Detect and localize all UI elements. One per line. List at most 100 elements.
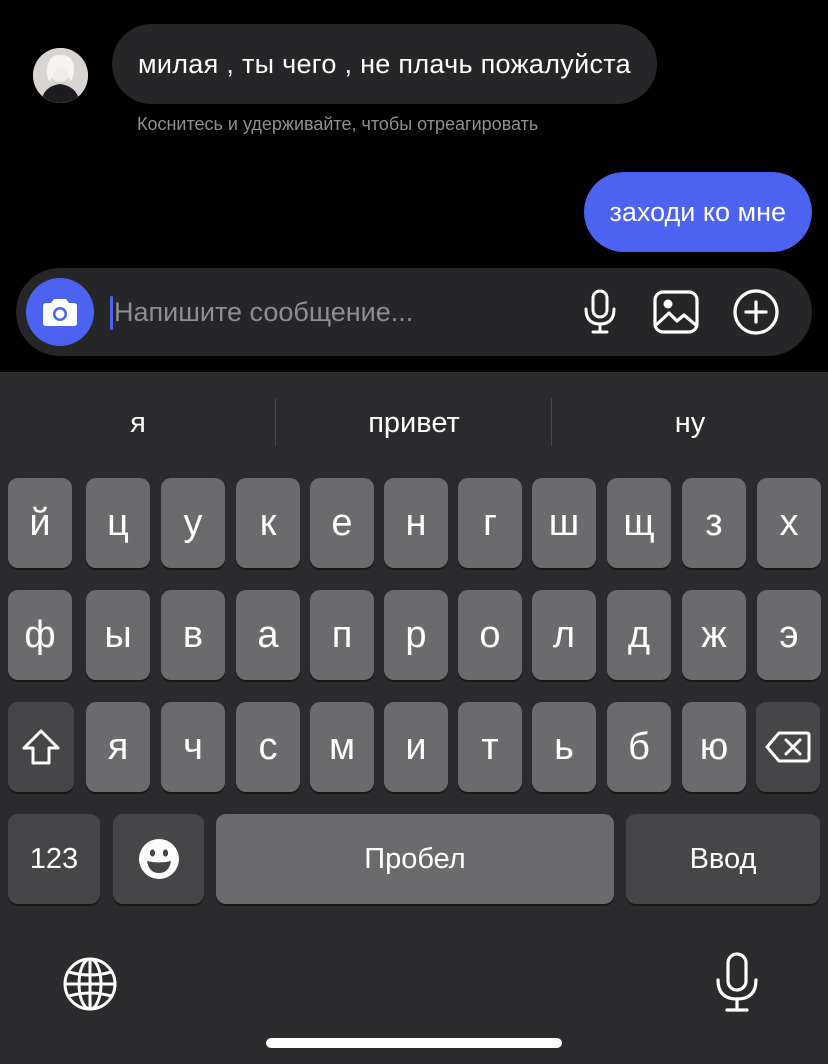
space-key-label: Пробел — [364, 842, 466, 875]
backspace-icon — [765, 731, 811, 763]
gallery-button[interactable] — [651, 287, 701, 337]
key-label: э — [779, 614, 799, 656]
image-icon — [653, 290, 699, 334]
key-label: ф — [24, 614, 56, 656]
key-row2-8[interactable]: л — [532, 590, 596, 680]
key-row1-10[interactable]: з — [682, 478, 746, 568]
key-row1-9[interactable]: щ — [607, 478, 671, 568]
dictation-button[interactable] — [712, 952, 762, 1014]
key-row2-2[interactable]: ы — [86, 590, 150, 680]
key-label: ц — [107, 502, 129, 544]
key-row1-11[interactable]: х — [757, 478, 821, 568]
key-label: у — [183, 502, 203, 544]
outgoing-message-text: заходи ко мне — [609, 196, 786, 227]
key-row2-6[interactable]: р — [384, 590, 448, 680]
suggestion-2[interactable]: привет — [276, 398, 552, 448]
key-row1-5[interactable]: е — [310, 478, 374, 568]
numbers-key-label: 123 — [29, 842, 79, 875]
key-row2-3[interactable]: в — [161, 590, 225, 680]
message-composer — [16, 268, 812, 356]
dictation-icon — [716, 952, 758, 1012]
shift-icon — [22, 729, 60, 765]
incoming-message-bubble[interactable]: милая , ты чего , не плачь пожалуйста — [112, 24, 657, 104]
key-row3-4[interactable]: м — [310, 702, 374, 792]
key-label: и — [405, 726, 427, 768]
key-row2-4[interactable]: а — [236, 590, 300, 680]
key-row3-5[interactable]: и — [384, 702, 448, 792]
key-label: р — [405, 614, 427, 656]
emoji-key[interactable] — [113, 814, 204, 904]
camera-button[interactable] — [26, 278, 94, 346]
key-row1-2[interactable]: ц — [86, 478, 150, 568]
key-label: з — [705, 502, 723, 544]
globe-button[interactable] — [62, 956, 118, 1012]
key-row2-7[interactable]: о — [458, 590, 522, 680]
suggestion-3[interactable]: ну — [552, 398, 828, 448]
key-row1-7[interactable]: г — [458, 478, 522, 568]
key-label: щ — [623, 502, 655, 544]
key-label: б — [628, 726, 650, 768]
key-label: я — [107, 726, 129, 768]
key-label: ш — [548, 502, 580, 544]
key-label: й — [29, 502, 51, 544]
home-indicator[interactable] — [266, 1038, 562, 1048]
key-label: х — [779, 502, 799, 544]
key-label: в — [182, 614, 204, 656]
reaction-hint: Коснитесь и удерживайте, чтобы отреагиро… — [137, 114, 539, 134]
space-key[interactable]: Пробел — [216, 814, 614, 904]
key-row1-8[interactable]: ш — [532, 478, 596, 568]
avatar[interactable] — [33, 48, 88, 103]
key-label: л — [552, 614, 576, 656]
camera-icon — [43, 299, 77, 326]
outgoing-message-bubble[interactable]: заходи ко мне — [583, 172, 812, 252]
key-label: т — [481, 726, 499, 768]
key-label: н — [405, 502, 427, 544]
key-label: м — [328, 726, 356, 768]
key-label: г — [483, 502, 497, 544]
key-label: о — [479, 614, 501, 656]
key-row2-5[interactable]: п — [310, 590, 374, 680]
plus-icon — [733, 289, 779, 335]
key-label: к — [259, 502, 277, 544]
key-label: е — [331, 502, 353, 544]
message-input[interactable] — [114, 290, 554, 334]
key-row2-10[interactable]: ж — [682, 590, 746, 680]
key-label: с — [258, 726, 278, 768]
return-key[interactable]: Ввод — [626, 814, 820, 904]
backspace-key[interactable] — [756, 702, 820, 792]
emoji-icon — [138, 839, 179, 879]
key-row3-7[interactable]: ь — [532, 702, 596, 792]
key-row2-1[interactable]: ф — [8, 590, 72, 680]
key-row1-1[interactable]: й — [8, 478, 72, 568]
chat-area: милая , ты чего , не плачь пожалуйста Ко… — [0, 0, 828, 372]
key-row1-4[interactable]: к — [236, 478, 300, 568]
key-row3-2[interactable]: ч — [161, 702, 225, 792]
key-row3-9[interactable]: ю — [682, 702, 746, 792]
key-label: ю — [699, 726, 729, 768]
key-row2-9[interactable]: д — [607, 590, 671, 680]
key-label: п — [331, 614, 353, 656]
key-row3-1[interactable]: я — [86, 702, 150, 792]
text-caret — [110, 296, 113, 330]
suggestion-bar: я привет ну — [0, 372, 828, 472]
key-row3-6[interactable]: т — [458, 702, 522, 792]
key-row3-3[interactable]: с — [236, 702, 300, 792]
key-label: ч — [183, 726, 203, 768]
globe-icon — [63, 957, 117, 1011]
microphone-icon — [584, 289, 616, 334]
more-options-button[interactable] — [731, 287, 781, 337]
numbers-key[interactable]: 123 — [8, 814, 100, 904]
key-label: ы — [104, 614, 132, 656]
suggestion-1[interactable]: я — [0, 398, 276, 448]
key-label: ь — [554, 726, 574, 768]
key-row1-6[interactable]: н — [384, 478, 448, 568]
voice-message-button[interactable] — [575, 287, 625, 337]
key-label: ж — [701, 614, 727, 656]
key-row1-3[interactable]: у — [161, 478, 225, 568]
shift-key[interactable] — [8, 702, 74, 792]
key-row3-8[interactable]: б — [607, 702, 671, 792]
key-row2-11[interactable]: э — [757, 590, 821, 680]
incoming-message-text: милая , ты чего , не плачь пожалуйста — [138, 48, 631, 79]
key-label: д — [627, 614, 651, 656]
return-key-label: Ввод — [689, 842, 757, 875]
